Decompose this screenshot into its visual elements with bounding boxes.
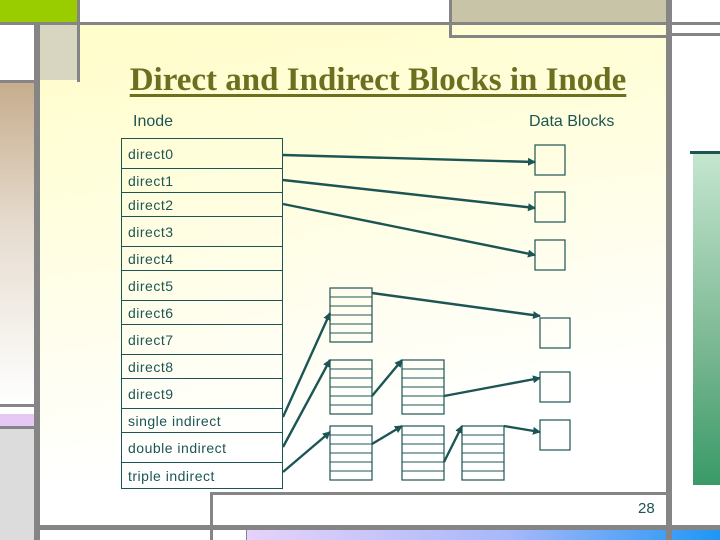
index-block-double-L1 <box>329 359 373 415</box>
index-block-triple-L1 <box>329 425 373 481</box>
index-block-triple-L2 <box>401 425 445 481</box>
data-block-1 <box>534 144 566 176</box>
pointer-arrow-direct0-to-data-block-1 <box>282 153 536 166</box>
index-block-single-L1 <box>329 287 373 343</box>
pointer-arrow-triple-L3-to-data-block-6 <box>503 424 541 435</box>
pointer-arrow-triple-L2-to-triple-L3 <box>442 425 464 463</box>
pointer-arrow-triple-indirect-to-triple-L1 <box>282 431 331 473</box>
frame-left-tan-box <box>40 25 77 80</box>
pointer-diagram <box>281 144 571 481</box>
data-block-3 <box>534 239 566 271</box>
page-number: 28 <box>638 500 655 517</box>
pointer-arrow-double-L2-to-data-block-5 <box>443 375 541 398</box>
pointers <box>281 153 541 473</box>
pointer-arrow-single-L1-to-data-block-4 <box>371 291 541 320</box>
pointer-arrow-double-L1-to-double-L2 <box>371 359 403 397</box>
data-block-2 <box>534 191 566 223</box>
pointer-arrow-direct2-to-data-block-3 <box>282 202 536 258</box>
pointer-arrow-direct1-to-data-block-2 <box>282 178 536 212</box>
data-block-5 <box>539 371 571 403</box>
pointer-arrow-triple-L1-to-triple-L2 <box>371 424 403 446</box>
index-block-triple-L3 <box>461 425 505 481</box>
index-blocks <box>329 287 505 481</box>
index-block-double-L2 <box>401 359 445 415</box>
data-block-6 <box>539 419 571 451</box>
data-block-4 <box>539 317 571 349</box>
data-blocks <box>534 144 571 451</box>
